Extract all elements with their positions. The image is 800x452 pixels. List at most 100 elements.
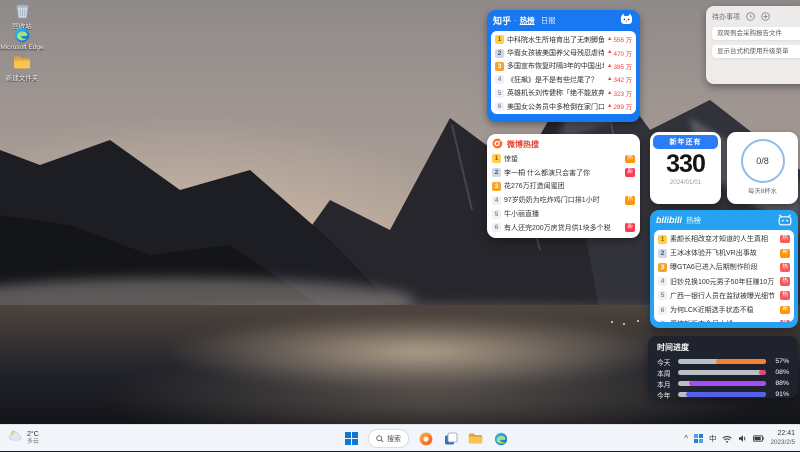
zhihu-tab-hot[interactable]: 热榜 [520, 15, 535, 26]
status-badge: 热 [625, 196, 635, 205]
zhihu-hot-item[interactable]: 2 华裔女孩被美国养父母残忍虐待致死十… ▲470 万 [495, 46, 632, 59]
tray-chevron-up-icon[interactable]: ^ [684, 435, 688, 443]
hot-item-title: 中科院水生所培育出了无刺鲫鱼，80… [507, 35, 604, 45]
todo-item[interactable]: 双周例会采购报告文件 [712, 27, 800, 40]
edge-icon [13, 26, 32, 43]
progress-label: 本月 [657, 379, 673, 389]
rank-badge: 1 [495, 35, 504, 44]
progress-row: 今年 91% [657, 389, 789, 400]
folder-icon [13, 54, 32, 71]
zhihu-hot-item[interactable]: 6 美国女公务员中多枪倒在家门口，竟… ▲289 万 [495, 100, 632, 113]
hot-item-title: 素颜长相改变才知道的人生真相 [670, 234, 777, 244]
widget-new-year-countdown[interactable]: 新年还有 330 2024/01/01 [650, 132, 721, 204]
progress-fill [689, 381, 766, 386]
taskbar-weather-widget[interactable]: 2°C 多云 [5, 428, 42, 448]
widget-water-tracker[interactable]: 0/8 每天8杯水 [727, 132, 798, 204]
weibo-hot-item[interactable]: 4 97岁奶奶为吃炸鸡门口排1小时 热 [492, 193, 635, 207]
weather-temp: 2°C [27, 431, 39, 439]
bilibili-header: bilibili 热榜 [650, 210, 798, 230]
zhihu-mascot-icon [619, 12, 634, 30]
status-badge: 新 [625, 168, 635, 177]
hot-item-title: 旧钞兑换100元男子50年狂赚10万 [670, 277, 777, 287]
hot-item-title: 华裔女孩被美国养父母残忍虐待致死十… [507, 48, 604, 58]
hot-item-title: 有人还完200万房贷月供1块多个税 [504, 223, 622, 233]
rank-badge: 5 [495, 89, 504, 98]
taskbar-clock[interactable]: 22:41 2023/2/5 [770, 430, 795, 447]
rank-badge: 2 [492, 168, 501, 177]
clock-date: 2023/2/5 [770, 439, 795, 447]
history-clock-icon[interactable] [746, 12, 755, 21]
volume-icon[interactable] [738, 434, 747, 443]
edge-browser-button[interactable] [492, 429, 509, 449]
bilibili-hot-item[interactable]: 4 旧钞兑换100元男子50年狂赚10万 热 [658, 275, 790, 289]
bilibili-hot-item[interactable]: 1 素颜长相改变才知道的人生真相 热 [658, 232, 790, 246]
recycle-bin-icon [13, 2, 32, 19]
flame-icon: ▲ [607, 104, 612, 110]
todo-title: 待办事项 [712, 12, 740, 22]
hot-item-title: 曝GTA6已进入后期制作阶段 [670, 262, 777, 272]
bilibili-hot-item[interactable]: 2 王冰冰体验开飞机VR出事故 新 [658, 246, 790, 260]
desktop: { "desktop": { "icons": [ { "label": "回收… [0, 0, 800, 451]
bilibili-hot-item[interactable]: 7 原神新版本今日上线 热 [658, 317, 790, 322]
bilibili-hot-item[interactable]: 3 曝GTA6已进入后期制作阶段 热 [658, 260, 790, 274]
clock-time: 22:41 [777, 430, 795, 439]
zhihu-hot-item[interactable]: 3 多国宣布恢复时隔3年的中国出境团队游… ▲385 万 [495, 60, 632, 73]
weibo-hot-item[interactable]: 2 李一桐 什么都演只会害了你 新 [492, 166, 635, 180]
rank-badge: 4 [492, 196, 501, 205]
taskbar-search-box[interactable]: 搜索 [368, 429, 409, 448]
weather-icon [8, 429, 23, 447]
progress-label: 今天 [657, 357, 673, 367]
bilibili-tab-hot[interactable]: 热榜 [686, 215, 701, 226]
add-todo-icon[interactable] [761, 12, 770, 21]
task-view-button[interactable] [442, 429, 459, 449]
start-button[interactable] [343, 429, 360, 449]
hot-item-title: 美国女公务员中多枪倒在家门口，竟… [507, 102, 604, 112]
todo-item[interactable]: 显示台式机使用升级菜单 [712, 45, 800, 58]
hot-item-title: 牛小丽直播 [504, 209, 635, 219]
weibo-hot-item[interactable]: 5 牛小丽直播 [492, 207, 635, 221]
progress-fill [759, 370, 766, 375]
hot-item-title: 为何LCK近期选手状态不稳 [670, 305, 777, 315]
zhihu-hot-item[interactable]: 4 《狂飙》是不是有些烂尾了？ ▲342 万 [495, 73, 632, 86]
search-icon [376, 435, 384, 443]
flame-icon: ▲ [607, 91, 612, 97]
weather-desc: 多云 [27, 439, 39, 446]
widget-bilibili-hotlist: bilibili 热榜 1 素颜长相改变才知道的人生真相 热 2 王冰冰体验开飞… [650, 210, 798, 328]
status-badge: 新 [780, 249, 790, 258]
zhihu-hot-item[interactable]: 5 英雄机长刘传健称「绝不能放弃自己… ▲323 万 [495, 87, 632, 100]
search-label: 搜索 [387, 434, 401, 444]
rank-badge: 6 [658, 306, 667, 315]
wifi-icon[interactable] [722, 435, 732, 443]
progress-track [678, 381, 766, 386]
bilibili-hot-item[interactable]: 5 广西一银行人员在监狱被曝光细节 热 [658, 289, 790, 303]
desktop-icon-folder[interactable]: 新建文件夹 [0, 54, 44, 82]
tray-app-icon[interactable] [694, 434, 703, 443]
bilibili-brand: bilibili [656, 215, 682, 225]
rank-badge: 7 [658, 320, 667, 322]
weibo-list: 1 惊蛰 热 2 李一桐 什么都演只会害了你 新 3 花276万打造闺蜜团 4 … [492, 152, 635, 234]
zhihu-hot-item[interactable]: 7 如何评价2023年春节档电影的表现… ▲261 万 [495, 113, 632, 114]
rank-badge: 6 [495, 102, 504, 111]
taskbar: 2°C 多云 搜索 ^ 中 [0, 424, 800, 451]
weibo-hot-item[interactable]: 6 有人还完200万房贷月供1块多个税 新 [492, 221, 635, 234]
zhihu-tab-daily[interactable]: 日报 [541, 15, 556, 26]
status-badge: 热 [780, 235, 790, 244]
weibo-hot-item[interactable]: 3 花276万打造闺蜜团 [492, 180, 635, 194]
weibo-hot-item[interactable]: 1 惊蛰 热 [492, 152, 635, 166]
desktop-icon-edge[interactable]: Microsoft Edge [0, 26, 44, 51]
desktop-icon-label: Microsoft Edge [0, 44, 43, 51]
file-explorer-button[interactable] [467, 429, 484, 449]
pinned-app-icon[interactable] [417, 429, 434, 449]
hot-item-title: 英雄机长刘传健称「绝不能放弃自己… [507, 88, 604, 98]
hot-item-title: 王冰冰体验开飞机VR出事故 [670, 248, 777, 258]
battery-icon[interactable] [753, 435, 764, 442]
todo-list: 双周例会采购报告文件 显示台式机使用升级菜单 [712, 27, 800, 58]
bilibili-hot-item[interactable]: 6 为何LCK近期选手状态不稳 新 [658, 303, 790, 317]
ime-indicator[interactable]: 中 [709, 433, 717, 444]
hot-item-title: 原神新版本今日上线 [670, 319, 777, 322]
flame-icon: ▲ [607, 77, 612, 83]
zhihu-hot-item[interactable]: 1 中科院水生所培育出了无刺鲫鱼，80… ▲556 万 [495, 33, 632, 46]
weibo-header: 微博热搜 [492, 137, 635, 152]
countdown-header: 新年还有 [653, 135, 718, 149]
time-progress-rows: 今天 57% 本周 08% 本月 88% 今年 91% [657, 356, 789, 400]
